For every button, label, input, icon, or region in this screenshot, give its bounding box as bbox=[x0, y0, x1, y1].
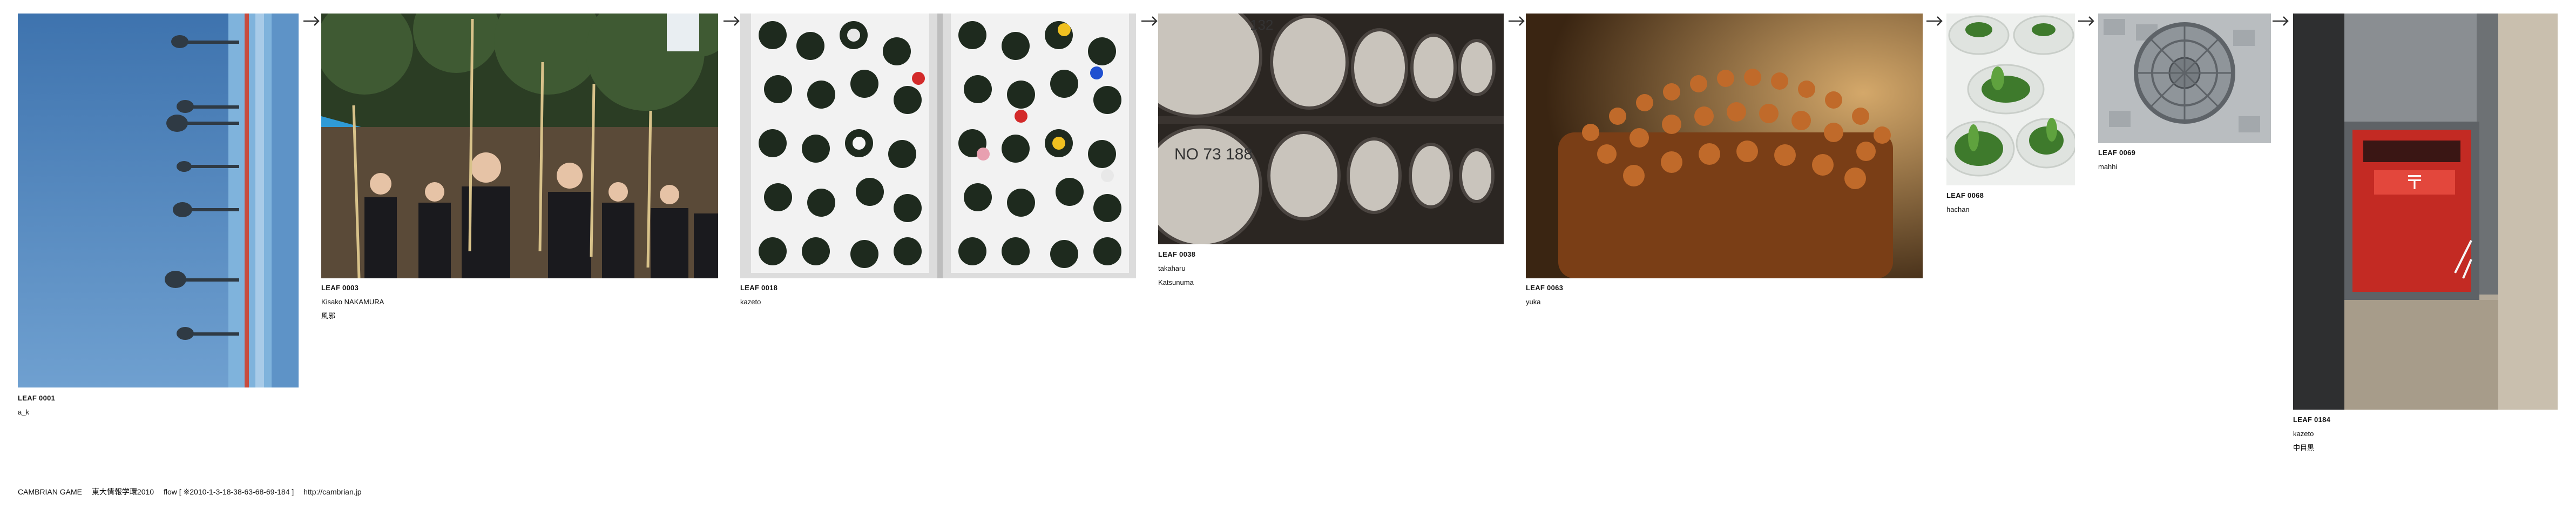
flow-arrow-icon bbox=[1925, 15, 1945, 28]
leaf-id: LEAF 0038 bbox=[1158, 250, 1196, 258]
leaf-id: LEAF 0018 bbox=[740, 284, 778, 292]
leaf-author[interactable]: hachan bbox=[1946, 203, 1984, 217]
barrel-label-top: 132 bbox=[1250, 17, 1273, 33]
flow-arrow-icon bbox=[1507, 15, 1527, 28]
leaf-id: LEAF 0063 bbox=[1526, 284, 1564, 292]
leaf-author[interactable]: a_k bbox=[18, 405, 55, 419]
leaf-note: 中目黒 bbox=[2293, 444, 2315, 452]
leaf-author[interactable]: kazeto bbox=[740, 295, 777, 309]
flow-arrow-icon bbox=[722, 15, 742, 28]
photo-manhole-cover[interactable] bbox=[2098, 14, 2271, 143]
leaf-author[interactable]: mahhi bbox=[2098, 160, 2135, 174]
photo-wine-barrels[interactable]: 132 NO 73 188 bbox=[1158, 14, 1504, 244]
leaf-author[interactable]: Kisako NAKAMURA bbox=[321, 295, 384, 309]
photo-red-postbox[interactable]: 〒 bbox=[2293, 14, 2558, 410]
footer: CAMBRIAN GAME 東大情報学環2010 flow [ ※2010-1-… bbox=[18, 486, 369, 497]
flow-arrow-icon bbox=[2077, 15, 2097, 28]
photo-potted-plants[interactable] bbox=[1946, 14, 2075, 185]
flow-arrow-icon bbox=[2271, 15, 2291, 28]
leaf-id: LEAF 0184 bbox=[2293, 416, 2331, 424]
leaf-id: LEAF 0001 bbox=[18, 394, 56, 402]
leaf-note: Katsunuma bbox=[1158, 278, 1194, 286]
leaf-id: LEAF 0068 bbox=[1946, 191, 1984, 199]
photo-kendo-group[interactable] bbox=[321, 14, 718, 278]
leaf-author[interactable]: kazeto bbox=[2293, 427, 2330, 441]
leaf-note: 風邪 bbox=[321, 312, 336, 320]
footer-brand[interactable]: CAMBRIAN GAME bbox=[18, 487, 82, 496]
footer-flow: flow [ ※2010-1-3-18-38-63-68-69-184 ] bbox=[163, 487, 294, 496]
flow-arrow-icon bbox=[302, 15, 322, 28]
leaf-id: LEAF 0003 bbox=[321, 284, 359, 292]
footer-url-link[interactable]: http://cambrian.jp bbox=[303, 487, 361, 496]
flow-arrow-icon bbox=[1140, 15, 1160, 28]
barrel-label-left: NO 73 188 bbox=[1174, 145, 1253, 163]
photo-bottle-crates[interactable] bbox=[740, 14, 1136, 278]
leaf-id: LEAF 0069 bbox=[2098, 149, 2136, 157]
footer-course: 東大情報学環2010 bbox=[91, 487, 154, 496]
postal-mark-icon: 〒 bbox=[2405, 172, 2424, 194]
photo-building-lamps[interactable] bbox=[18, 14, 299, 387]
photo-rod-bundle[interactable] bbox=[1526, 14, 1923, 278]
leaf-author[interactable]: takaharu bbox=[1158, 262, 1195, 276]
leaf-author[interactable]: yuka bbox=[1526, 295, 1563, 309]
